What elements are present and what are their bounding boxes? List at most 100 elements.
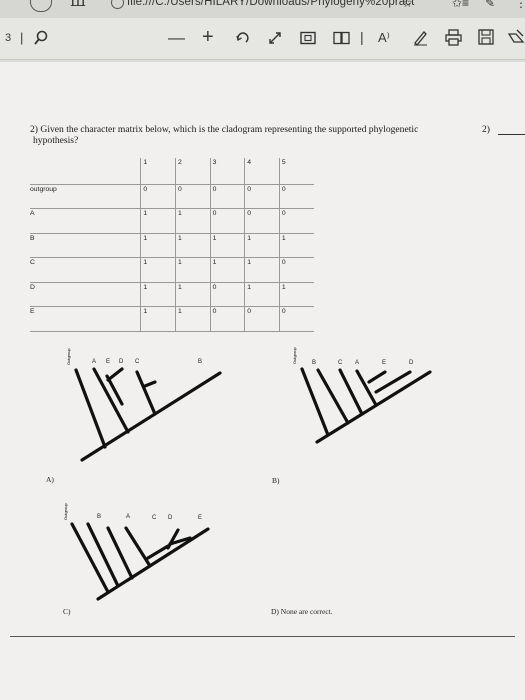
pdf-toolbar: 3 | — + | A⁾	[0, 18, 525, 60]
zoom-out-button[interactable]: —	[168, 28, 185, 48]
matrix-cell: 1	[244, 257, 280, 283]
taxon-label: A	[92, 359, 96, 365]
notes-pen-icon[interactable]: ✎	[485, 0, 495, 10]
site-info-icon[interactable]	[111, 0, 124, 9]
matrix-row: A 1 1 0 0 0	[30, 208, 314, 234]
question-number-right: 2)	[482, 124, 490, 135]
matrix-cell: 0	[244, 208, 280, 234]
print-icon[interactable]	[445, 29, 462, 46]
share-icon[interactable]	[508, 29, 525, 45]
zoom-in-button[interactable]: +	[202, 26, 214, 49]
option-b-label: B)	[272, 476, 280, 485]
matrix-cell: 0	[278, 184, 314, 209]
answer-blank-line	[498, 134, 525, 135]
matrix-cell: 1	[175, 306, 211, 332]
matrix-cell: 1	[175, 233, 211, 258]
matrix-cell: 1	[209, 257, 245, 283]
matrix-row: D 1 1 0 1 1	[30, 282, 314, 307]
matrix-cell: 1	[140, 208, 176, 234]
taxon-label: E	[106, 359, 110, 365]
cladogram-branch	[106, 367, 124, 382]
more-icon[interactable]: ⋮	[515, 0, 525, 10]
taxon-label: B	[198, 359, 202, 365]
matrix-cell: 0	[209, 306, 245, 332]
favorites-list-icon[interactable]: ✩≡	[452, 0, 469, 10]
matrix-cell: 1	[209, 233, 245, 258]
matrix-cell: 1	[140, 306, 176, 332]
matrix-cell: 0	[140, 184, 176, 209]
search-icon[interactable]	[33, 30, 49, 46]
cladogram-branch	[355, 369, 378, 407]
rotate-icon[interactable]	[235, 30, 251, 46]
matrix-row: B 1 1 1 1 1	[30, 233, 314, 258]
fit-page-icon[interactable]	[300, 31, 316, 45]
toolbar-divider: |	[20, 30, 24, 45]
taxon-label: C	[30, 257, 141, 283]
matrix-cell: 0	[209, 184, 245, 209]
taxon-label: C	[135, 359, 140, 365]
toolbar-divider: |	[360, 29, 364, 45]
library-icon[interactable]: Ш	[70, 0, 96, 12]
address-bar: Ш file:///C:/Users/HILARY/Downloads/Phyl…	[0, 0, 525, 18]
cladogram-branch	[367, 370, 387, 384]
taxon-label: B	[312, 360, 316, 366]
matrix-cell: 0	[209, 282, 245, 307]
cladogram-branch	[86, 522, 120, 588]
matrix-col-header: 3	[209, 158, 245, 185]
option-a-label: A)	[46, 475, 54, 484]
matrix-cell: 1	[278, 233, 314, 258]
fit-width-icon[interactable]	[267, 30, 283, 46]
pdf-page: 2) Given the character matrix below, whi…	[0, 62, 525, 700]
matrix-cell: 0	[278, 208, 314, 234]
matrix-cell: 1	[278, 282, 314, 307]
option-d-text: D) None are correct.	[271, 607, 333, 616]
matrix-row: E 1 1 0 0 0	[30, 306, 314, 332]
add-notes-pen-icon[interactable]	[412, 29, 428, 46]
taxon-label: D	[409, 360, 414, 366]
cladogram-option-a: Outgroup A E D C B	[66, 348, 222, 462]
matrix-col-header: 1	[140, 158, 176, 185]
page-number[interactable]: 3	[5, 32, 11, 44]
character-matrix: 1 2 3 4 5 outgroup 0 0 0 0 0 A 1 1 0 0 0…	[30, 158, 314, 332]
taxon-label: B	[97, 514, 101, 520]
matrix-cell: 1	[175, 208, 211, 234]
cladogram-branch	[124, 526, 152, 568]
option-c-label: C)	[63, 607, 71, 616]
question-text-line2: hypothesis?	[33, 135, 79, 146]
matrix-header-row: 1 2 3 4 5	[30, 158, 314, 185]
matrix-cell: 0	[244, 306, 280, 332]
taxon-label: A	[30, 208, 141, 234]
matrix-row: outgroup 0 0 0 0 0	[30, 184, 314, 209]
matrix-cell: 0	[278, 257, 314, 283]
matrix-cell: 1	[140, 257, 176, 283]
matrix-cell: 0	[209, 208, 245, 234]
taxon-label: C	[152, 515, 157, 521]
matrix-corner	[30, 158, 141, 185]
taxon-label: D	[30, 282, 141, 307]
matrix-cell: 1	[244, 233, 280, 258]
matrix-cell: 1	[175, 282, 211, 307]
url-field[interactable]: file:///C:/Users/HILARY/Downloads/Phylog…	[127, 0, 414, 8]
matrix-cell: 1	[140, 282, 176, 307]
cladogram-branch	[143, 380, 157, 388]
cladogram-trunk	[315, 370, 432, 444]
read-aloud-button[interactable]: A⁾	[378, 30, 390, 46]
favorite-star-icon[interactable]: ☆	[402, 0, 413, 10]
page-view-icon[interactable]	[333, 31, 351, 45]
taxon-label: E	[382, 360, 386, 366]
matrix-cell: 0	[278, 306, 314, 332]
taxon-label: E	[30, 306, 141, 332]
matrix-cell: 1	[175, 257, 211, 283]
outgroup-label: Outgroup	[66, 348, 71, 365]
taxon-label: D	[119, 359, 124, 365]
page-rule	[10, 636, 515, 637]
taxon-label: D	[168, 515, 173, 521]
taxon-label: outgroup	[30, 184, 141, 209]
cladogram-option-c: Outgroup B A C D E	[63, 503, 210, 601]
matrix-col-header: 5	[278, 158, 314, 185]
cladogram-branch	[135, 370, 157, 416]
back-button[interactable]	[30, 0, 52, 12]
save-icon[interactable]	[478, 29, 494, 45]
matrix-cell: 1	[244, 282, 280, 307]
taxon-label: B	[30, 233, 141, 258]
